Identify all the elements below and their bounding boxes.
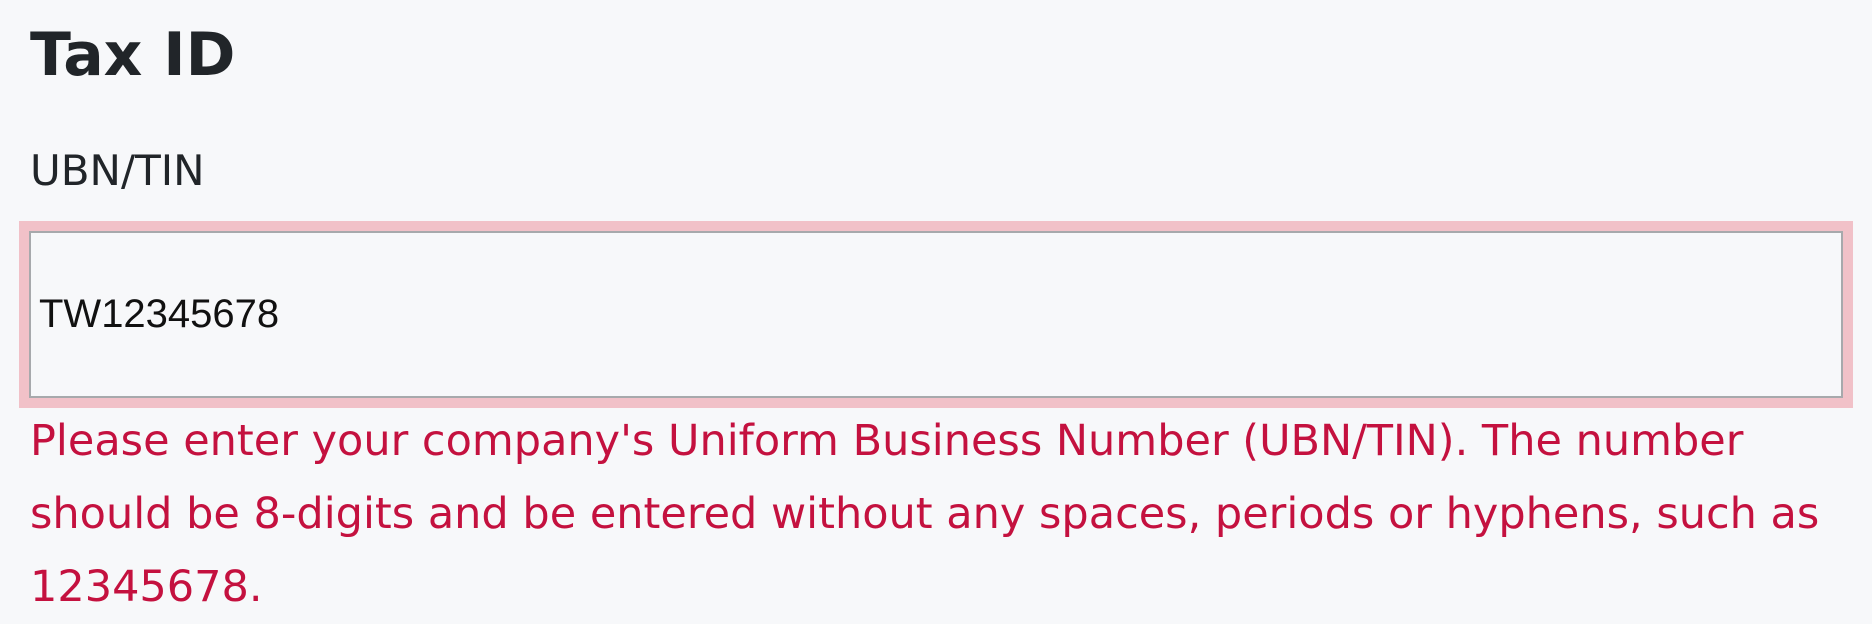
ubn-tin-input[interactable] bbox=[29, 231, 1843, 398]
ubn-tin-input-focus-ring bbox=[19, 221, 1853, 408]
page-title: Tax ID bbox=[30, 20, 236, 90]
ubn-tin-label: UBN/TIN bbox=[30, 146, 205, 195]
ubn-tin-error-message: Please enter your company's Uniform Busi… bbox=[30, 416, 1820, 612]
